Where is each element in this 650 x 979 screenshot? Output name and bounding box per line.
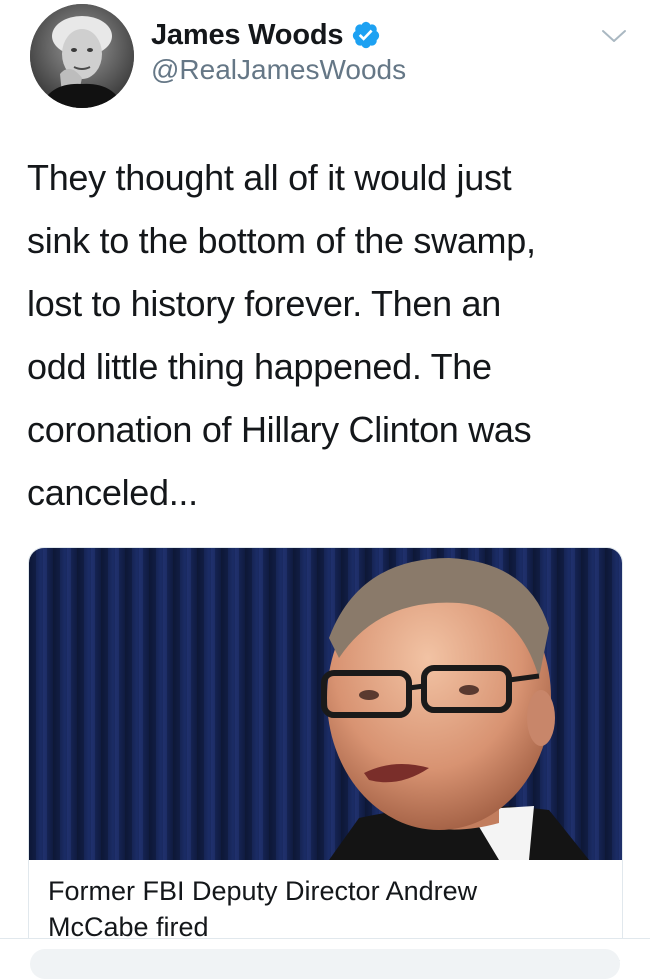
verified-badge-icon — [353, 21, 380, 49]
link-card-title[interactable]: Former FBI Deputy Director Andrew McCabe… — [48, 873, 608, 945]
tweet-text: They thought all of it would just sink t… — [27, 146, 627, 524]
link-card-image[interactable] — [29, 548, 623, 860]
tweet-text-line: canceled... — [27, 472, 198, 513]
link-card-title-line: Former FBI Deputy Director Andrew — [48, 876, 478, 906]
avatar-image — [30, 4, 134, 108]
tweet-text-line: odd little thing happened. The — [27, 346, 492, 387]
tweet-text-line: sink to the bottom of the swamp, — [27, 220, 536, 261]
tweet-text-line: They thought all of it would just — [27, 157, 512, 198]
author-display-name[interactable]: James Woods — [151, 19, 343, 52]
chevron-down-icon[interactable] — [600, 26, 628, 46]
link-card[interactable]: Former FBI Deputy Director Andrew McCabe… — [28, 547, 623, 967]
reply-bar[interactable] — [30, 949, 620, 979]
tweet-text-line: coronation of Hillary Clinton was — [27, 409, 532, 450]
author-handle[interactable]: @RealJamesWoods — [151, 54, 406, 86]
avatar[interactable] — [30, 4, 134, 108]
author-name-row[interactable]: James Woods — [151, 15, 381, 55]
tweet-text-line: lost to history forever. Then an — [27, 283, 501, 324]
